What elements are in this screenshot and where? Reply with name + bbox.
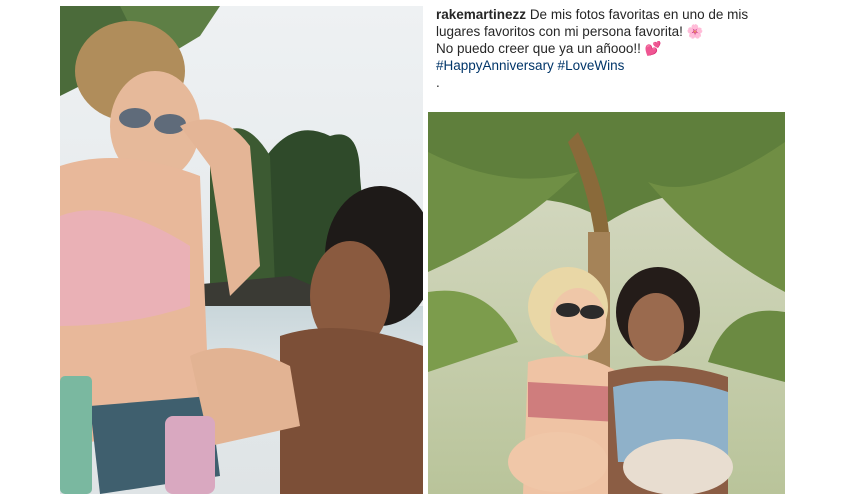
post-caption: rakemartinezz De mis fotos favoritas en … [436, 6, 796, 91]
hearts-emoji-icon: 💕 [644, 41, 662, 56]
caption-trailing-dot: . [436, 75, 440, 90]
caption-line-2: lugares favoritos con mi persona favorit… [436, 23, 796, 40]
caption-line-1: rakemartinezz De mis fotos favoritas en … [436, 6, 796, 23]
caption-text-1: De mis fotos favoritas en uno de mis [529, 7, 749, 22]
caption-text-2: lugares favoritos con mi persona favorit… [436, 24, 683, 39]
caption-text-3: No puedo creer que ya un añooo!! [436, 41, 641, 56]
hashtags-link[interactable]: #HappyAnniversary #LoveWins [436, 57, 796, 74]
beach-photo-left [60, 6, 423, 494]
flower-emoji-icon: 🌸 [686, 24, 704, 39]
username-link[interactable]: rakemartinezz [436, 7, 526, 22]
palm-photo-illustration [428, 112, 785, 494]
beach-photo-illustration [60, 6, 423, 494]
caption-line-3: No puedo creer que ya un añooo!! 💕 [436, 40, 796, 57]
palm-photo-right [428, 112, 785, 494]
